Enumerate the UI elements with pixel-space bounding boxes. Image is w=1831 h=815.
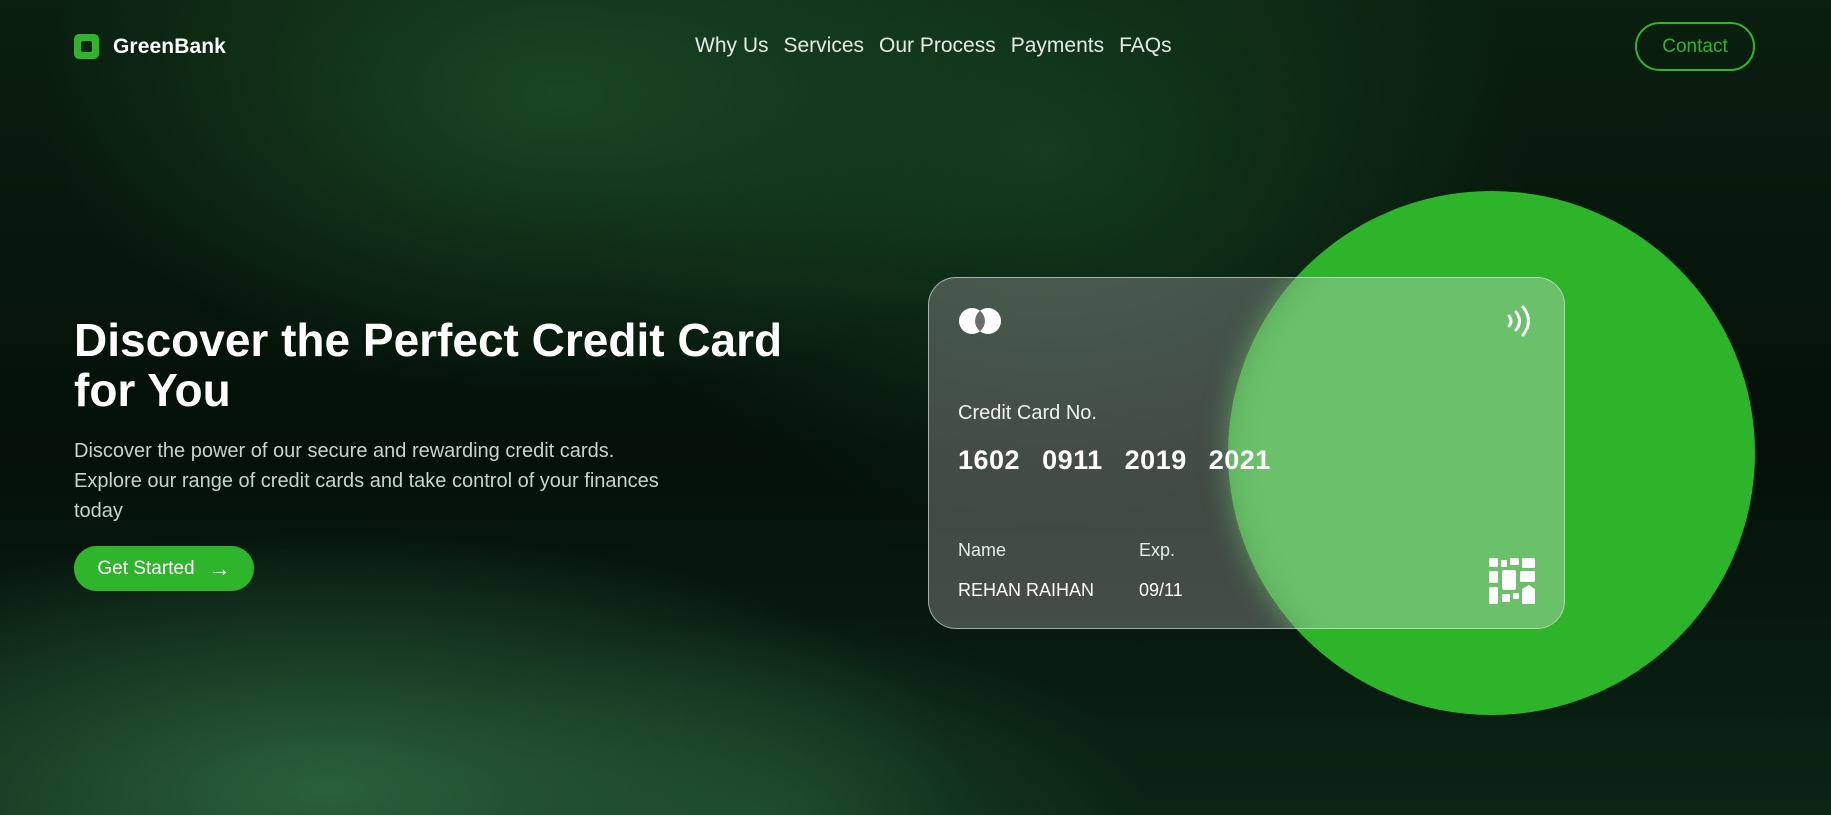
cardholder-name: REHAN RAIHAN <box>958 580 1095 600</box>
card-number-group: 2021 <box>1208 445 1271 475</box>
card-number-group: 2019 <box>1124 445 1187 475</box>
mastercard-icon <box>959 308 1001 334</box>
card-number: 1602 0911 2019 2021 <box>958 445 1271 476</box>
expiry-date: 09/11 <box>1139 580 1183 600</box>
contactless-icon <box>1507 305 1530 337</box>
logo-mark-icon <box>74 34 99 59</box>
main-nav: Why Us Services Our Process Payments FAQ… <box>695 34 1172 58</box>
brand-logo[interactable]: GreenBank <box>74 34 226 59</box>
qr-code-icon <box>1489 558 1535 604</box>
nav-item-faqs[interactable]: FAQs <box>1119 34 1172 58</box>
brand-name: GreenBank <box>113 34 226 58</box>
get-started-label: Get Started <box>97 557 195 579</box>
cardholder-name-label: Name <box>958 540 1007 560</box>
hero-description: Discover the power of our secure and rew… <box>74 440 659 522</box>
card-number-group: 1602 <box>958 445 1021 475</box>
contact-button[interactable]: Contact <box>1635 22 1755 71</box>
nav-item-our-process[interactable]: Our Process <box>879 34 996 58</box>
get-started-button[interactable]: Get Started → <box>74 546 254 591</box>
arrow-right-icon: → <box>208 555 231 581</box>
card-number-group: 0911 <box>1042 445 1103 475</box>
nav-item-services[interactable]: Services <box>784 34 865 58</box>
nav-item-why-us[interactable]: Why Us <box>695 34 769 58</box>
hero-title: Discover the Perfect Credit Card for You <box>74 314 783 416</box>
nav-item-payments[interactable]: Payments <box>1011 34 1104 58</box>
credit-card: Credit Card No. 1602 0911 2019 2021 Name… <box>928 277 1565 629</box>
expiry-label: Exp. <box>1139 540 1176 560</box>
card-number-label: Credit Card No. <box>958 402 1097 424</box>
